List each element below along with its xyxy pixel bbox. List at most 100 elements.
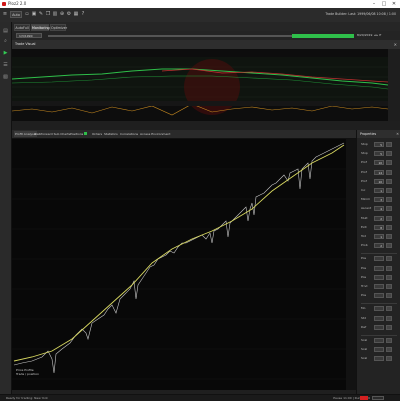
open-icon[interactable]: ▣	[31, 11, 37, 18]
property-option-button[interactable]	[386, 315, 392, 321]
profit-chart[interactable]	[12, 139, 356, 390]
property-value-field[interactable]	[374, 284, 384, 289]
tab-orders[interactable]: Orders	[92, 131, 102, 137]
date-range-selection[interactable]	[292, 34, 354, 38]
property-value-field[interactable]: 5	[374, 151, 384, 157]
settings-icon[interactable]: ⚙	[66, 11, 72, 18]
property-value-field[interactable]	[374, 274, 384, 280]
report-icon[interactable]: ▧	[2, 74, 9, 81]
auto-button[interactable]: Auto	[10, 11, 22, 18]
property-row: Trnd	[359, 284, 399, 289]
property-option-button[interactable]	[386, 197, 392, 203]
property-option-button[interactable]	[386, 265, 392, 271]
property-option-button[interactable]	[386, 215, 392, 221]
property-option-button[interactable]	[386, 306, 392, 312]
property-option-button[interactable]	[386, 206, 392, 212]
property-value-field[interactable]: 3	[374, 197, 384, 203]
properties-divider	[361, 253, 397, 255]
save-icon[interactable]: ▫	[24, 11, 30, 18]
legend-item: Trade / position	[16, 372, 40, 376]
close-properties-icon[interactable]: ✕	[396, 130, 399, 138]
property-option-button[interactable]	[386, 188, 392, 193]
tab-correlations[interactable]: Correlations	[120, 131, 138, 137]
start-date-field[interactable]: 1/3/1990	[16, 33, 42, 38]
property-value-field[interactable]	[374, 306, 384, 312]
property-value-field[interactable]	[374, 315, 384, 321]
close-window-button[interactable]: ✕	[390, 1, 398, 7]
property-option-button[interactable]	[386, 356, 392, 362]
tab-walkforward[interactable]: Walkforward Sub Charts	[34, 131, 70, 137]
grid-icon[interactable]: ▦	[73, 11, 79, 18]
property-value-field[interactable]: 2	[374, 215, 384, 221]
status-left-text: Ready for trading: New York	[6, 396, 48, 400]
property-option-button[interactable]	[386, 142, 392, 147]
zoom-icon[interactable]: ⊕	[59, 11, 65, 18]
list-icon[interactable]: ☰	[2, 62, 9, 69]
property-row: Stop 5	[359, 142, 399, 147]
property-value-field[interactable]	[374, 265, 384, 271]
help-icon[interactable]: ?	[80, 11, 86, 18]
search-icon[interactable]: ⌕	[2, 38, 9, 45]
property-option-button[interactable]	[386, 256, 392, 262]
property-label: Minim	[361, 197, 371, 202]
edit-icon[interactable]: ✎	[38, 11, 44, 18]
end-date-field[interactable]: 8/20/2019	[357, 33, 372, 38]
property-value-field[interactable]: 4	[374, 206, 384, 212]
property-value-field[interactable]	[374, 347, 384, 353]
property-label: Scal	[361, 338, 368, 342]
property-label: Scal	[361, 356, 368, 361]
property-value-field[interactable]	[374, 293, 384, 299]
property-label: Prof	[361, 160, 367, 165]
overview-chart[interactable]	[12, 49, 388, 121]
property-value-field[interactable]: 2	[374, 243, 384, 249]
property-value-field[interactable]: 5	[374, 142, 384, 147]
property-option-button[interactable]	[386, 178, 392, 184]
property-option-button[interactable]	[386, 338, 392, 343]
property-label: Tod	[361, 234, 367, 238]
property-option-button[interactable]	[386, 151, 392, 157]
property-option-button[interactable]	[386, 293, 392, 299]
property-option-button[interactable]	[386, 169, 392, 175]
property-option-button[interactable]	[386, 274, 392, 280]
copy-icon[interactable]: ❐	[45, 11, 51, 18]
property-option-button[interactable]	[386, 224, 392, 230]
chart-icon[interactable]: ▥	[52, 11, 58, 18]
properties-divider	[361, 303, 397, 305]
tab-optimizer[interactable]: Optimizer	[50, 24, 67, 31]
property-value-field[interactable]: 10	[374, 178, 384, 184]
minimize-button[interactable]: –	[370, 1, 378, 7]
property-value-field[interactable]	[374, 338, 384, 343]
tab-statistics[interactable]: Statistics	[104, 131, 118, 137]
tab-monitoring[interactable]: Monitoring	[31, 24, 50, 31]
property-value-field[interactable]: 10	[374, 160, 384, 166]
maximize-button[interactable]: □	[380, 1, 388, 7]
date-nav-icons[interactable]: ◂ ▸ ⟳	[374, 33, 381, 38]
property-value-field[interactable]	[374, 256, 384, 262]
property-label: Prof	[361, 169, 367, 174]
property-option-button[interactable]	[386, 160, 392, 166]
tab-access-environment[interactable]: Access Environment	[140, 131, 170, 137]
property-value-field[interactable]: 1	[374, 234, 384, 239]
properties-header: Properties ✕	[357, 130, 400, 138]
property-option-button[interactable]	[386, 234, 392, 239]
tab-autofull[interactable]: AutoFull	[14, 24, 30, 31]
tab-positions[interactable]: Positions	[70, 131, 88, 137]
property-option-button[interactable]	[386, 347, 392, 353]
close-panel-icon[interactable]: ✕	[394, 40, 397, 49]
property-value-field[interactable]: 1	[374, 188, 384, 193]
property-value-field[interactable]: 8	[374, 224, 384, 230]
overview-scale	[388, 49, 400, 121]
property-option-button[interactable]	[386, 284, 392, 289]
property-row: Prof 14	[359, 169, 399, 175]
property-label: Scal	[361, 347, 368, 352]
property-option-button[interactable]	[386, 243, 392, 249]
property-value-field[interactable]: 14	[374, 169, 384, 175]
run-icon[interactable]: ▶	[2, 50, 9, 57]
property-value-field[interactable]	[374, 324, 384, 330]
menu-icon[interactable]: ≡	[2, 11, 8, 18]
property-label: Pos	[361, 293, 367, 298]
folder-icon[interactable]: ▤	[2, 28, 9, 35]
property-value-field[interactable]	[374, 356, 384, 362]
property-option-button[interactable]	[386, 324, 392, 330]
status-field[interactable]	[372, 396, 384, 400]
